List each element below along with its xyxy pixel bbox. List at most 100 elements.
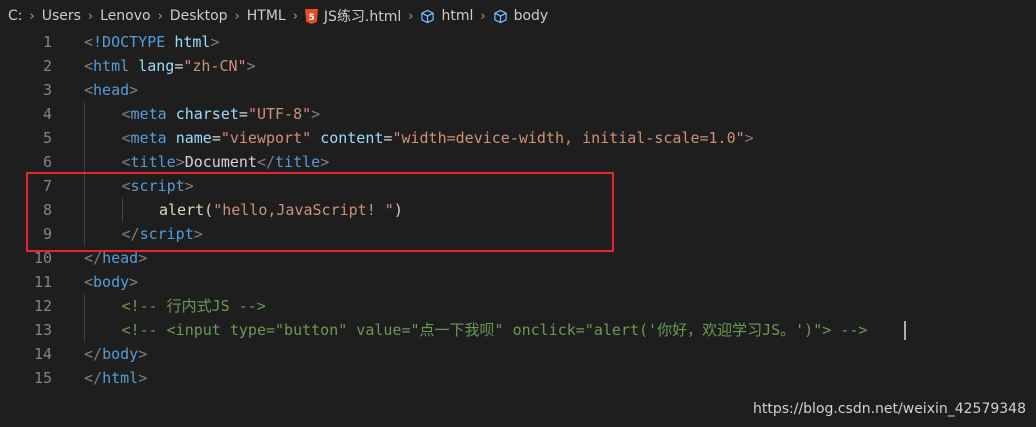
breadcrumb-label: html <box>441 8 474 24</box>
code-token: </ <box>84 345 103 363</box>
code-token: body <box>93 273 130 291</box>
code-token: = <box>174 57 184 75</box>
code-token: html <box>174 33 211 51</box>
line-number: 3 <box>42 81 52 99</box>
code-text: <!-- <input type="button" value="点一下我呗" … <box>122 318 868 342</box>
code-token: content <box>320 129 384 147</box>
chevron-right-icon: › <box>480 8 486 24</box>
breadcrumb-item[interactable]: HTML <box>247 8 286 24</box>
breadcrumb-item[interactable]: html <box>420 8 473 24</box>
code-line[interactable]: 12 <!-- 行内式JS --> <box>0 294 1036 318</box>
code-line[interactable]: 11 <body> <box>0 270 1036 294</box>
code-token: "viewport" <box>220 129 312 147</box>
code-token: html <box>93 57 130 75</box>
breadcrumb-label: Lenovo <box>100 8 151 24</box>
code-token: ( <box>204 201 214 219</box>
code-token: title <box>130 153 176 171</box>
code-line[interactable]: 8 alert("hello,JavaScript! ") <box>0 198 1036 222</box>
breadcrumb-item[interactable]: body <box>493 8 548 24</box>
code-text: <body> <box>84 270 138 294</box>
code-text: alert("hello,JavaScript! ") <box>159 198 403 222</box>
indent-guide <box>121 198 123 222</box>
code-text: </head> <box>84 246 147 270</box>
code-text: <meta name="viewport" content="width=dev… <box>122 126 754 150</box>
code-text: </body> <box>84 342 147 366</box>
code-token: meta <box>130 105 167 123</box>
line-number: 6 <box>42 153 52 171</box>
code-token: name <box>175 129 212 147</box>
line-number: 8 <box>42 201 52 219</box>
code-token: "width=device-width, initial-scale=1.0" <box>392 129 745 147</box>
chevron-right-icon: › <box>157 8 163 24</box>
watermark: https://blog.csdn.net/weixin_42579348 <box>752 401 1026 417</box>
chevron-right-icon: › <box>87 8 94 24</box>
cube-icon <box>493 9 507 23</box>
code-token: > <box>138 345 148 363</box>
breadcrumb-item[interactable]: 5 JS练习.html <box>304 6 402 26</box>
code-line[interactable]: 15 </html> <box>0 366 1036 390</box>
line-number: 1 <box>42 33 52 51</box>
code-token: > <box>193 225 203 243</box>
code-text: <script> <box>122 174 194 198</box>
code-line[interactable]: 6 <title>Document</title> <box>0 150 1036 174</box>
code-text: <meta charset="UTF-8"> <box>122 102 321 126</box>
code-token: meta <box>130 129 167 147</box>
breadcrumb-item[interactable]: Lenovo <box>100 8 150 24</box>
text-cursor <box>904 321 906 340</box>
code-token: "hello,JavaScript! " <box>213 201 394 219</box>
code-token: > <box>311 105 321 123</box>
line-number: 5 <box>42 129 52 147</box>
indent-guide <box>84 102 85 246</box>
breadcrumb-label: Desktop <box>169 8 228 24</box>
code-line[interactable]: 2 <html lang="zh-CN"> <box>0 54 1036 78</box>
code-editor[interactable]: 1 <!DOCTYPE html> 2 <html lang="zh-CN"> 3 <he… <box>0 30 1036 427</box>
code-token: alert <box>159 201 205 219</box>
code-token: > <box>129 273 139 291</box>
code-line[interactable]: 5 <meta name="viewport" content="width=de… <box>0 126 1036 150</box>
code-token: = <box>211 129 221 147</box>
code-token: > <box>184 177 194 195</box>
code-line[interactable]: 14 </body> <box>0 342 1036 366</box>
code-token: head <box>93 81 130 99</box>
code-token: title <box>275 153 321 171</box>
code-text: <title>Document</title> <box>122 150 330 174</box>
code-line[interactable]: 1 <!DOCTYPE html> <box>0 30 1036 54</box>
breadcrumb-item[interactable]: Desktop <box>170 8 228 24</box>
code-token: < <box>121 105 131 123</box>
code-line[interactable]: 9 </script> <box>0 222 1036 246</box>
code-line[interactable]: 3 <head> <box>0 78 1036 102</box>
breadcrumb: C: › Users › Lenovo › Desktop › HTML › 5 JS练习.html ›… <box>0 0 1036 32</box>
code-token: < <box>84 57 94 75</box>
indent-guide <box>84 294 85 342</box>
code-token: < <box>121 129 131 147</box>
code-token: script <box>139 225 194 243</box>
breadcrumb-item[interactable]: Users <box>42 8 81 24</box>
line-number: 10 <box>33 249 52 267</box>
breadcrumb-label: C: <box>8 8 23 24</box>
code-token: <!-- 行内式JS --> <box>121 297 266 315</box>
code-line[interactable]: 4 <meta charset="UTF-8"> <box>0 102 1036 126</box>
code-token: > <box>320 153 330 171</box>
breadcrumb-label: JS练习.html <box>323 9 402 25</box>
breadcrumb-label: Users <box>41 8 81 24</box>
line-number: 12 <box>33 297 52 315</box>
code-line[interactable]: 10 </head> <box>0 246 1036 270</box>
code-token: < <box>121 177 131 195</box>
chevron-right-icon: › <box>408 8 414 24</box>
code-line[interactable]: 7 <script> <box>0 174 1036 198</box>
code-token: "zh-CN" <box>183 57 247 75</box>
code-line[interactable]: 13 <!-- <input type="button" value="点一下我呗… <box>0 318 1036 342</box>
breadcrumb-label: HTML <box>246 8 286 24</box>
code-token: > <box>138 249 148 267</box>
line-number: 4 <box>42 105 52 123</box>
code-token: > <box>210 33 220 51</box>
code-token: !DOCTYPE <box>93 33 166 51</box>
breadcrumb-item[interactable]: C: <box>8 8 23 24</box>
code-token: "UTF-8" <box>247 105 312 123</box>
code-token: Document <box>184 153 257 171</box>
code-text: <html lang="zh-CN"> <box>84 54 256 78</box>
chevron-right-icon: › <box>29 8 35 24</box>
